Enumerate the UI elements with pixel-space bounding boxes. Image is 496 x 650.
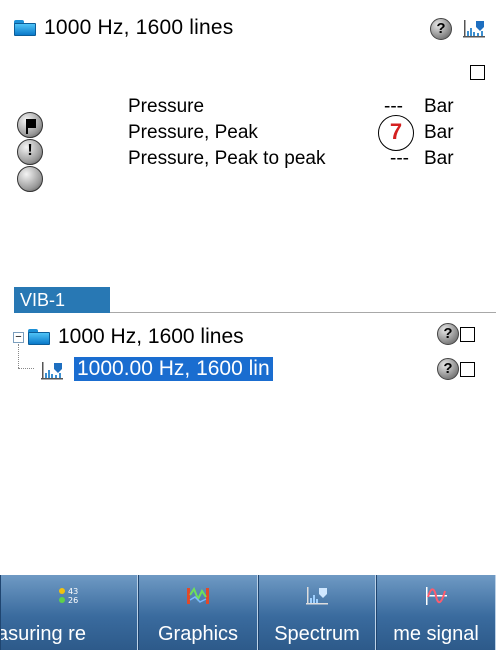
measuring-results-button[interactable]: 43 26 asuring re (0, 575, 138, 650)
tree-item-label: 1000 Hz, 1600 lines (58, 325, 244, 348)
toolbar-label: Spectrum (274, 623, 360, 645)
toolbar-label: asuring re (0, 623, 86, 645)
help-icon[interactable]: ? (430, 18, 452, 40)
select-checkbox[interactable] (460, 362, 475, 377)
tree-item-label: 1000.00 Hz, 1600 lin (74, 357, 273, 381)
exclamation-icon: ! (17, 139, 43, 165)
measurement-title-row[interactable]: 1000 Hz, 1600 lines (14, 16, 233, 40)
spectrum-icon[interactable] (462, 19, 486, 39)
svg-text:26: 26 (68, 596, 78, 605)
collapse-icon[interactable]: − (13, 332, 24, 343)
svg-text:43: 43 (68, 587, 78, 596)
graphics-button[interactable]: Graphics (138, 575, 258, 650)
toolbar-label: Graphics (157, 623, 239, 645)
measurement-name: Pressure, Peak (128, 122, 258, 143)
time-signal-button[interactable]: me signal (376, 575, 496, 650)
measurement-title: 1000 Hz, 1600 lines (44, 16, 234, 39)
tree-connector (18, 344, 19, 368)
select-checkbox[interactable] (470, 65, 485, 80)
measurement-panel: 1000 Hz, 1600 lines ? ! Pressure --- Bar… (0, 0, 496, 312)
annotation-marker: 7 (378, 115, 414, 151)
measurement-name: Pressure (128, 96, 205, 117)
measurement-row[interactable]: Pressure, Peak to peak --- Bar (128, 148, 488, 174)
measurement-unit: Bar (424, 148, 454, 169)
folder-icon (14, 20, 36, 36)
tree-item-root[interactable]: 1000 Hz, 1600 lines (28, 325, 244, 349)
tree-item-child[interactable]: 1000.00 Hz, 1600 lin (74, 357, 273, 381)
spectrum-button[interactable]: Spectrum (258, 575, 376, 650)
measurement-name: Pressure, Peak to peak (128, 148, 326, 169)
flag-icon (17, 112, 43, 138)
help-icon[interactable]: ? (437, 358, 459, 380)
measurement-unit: Bar (424, 96, 454, 117)
empty-circle-icon (17, 166, 43, 192)
measurement-row[interactable]: Pressure --- Bar (128, 96, 488, 122)
bottom-toolbar: 43 26 asuring re Graphics Spectrum me si… (0, 575, 496, 650)
spectrum-icon (306, 587, 328, 605)
spectrum-icon (41, 362, 63, 380)
measurement-value: --- (390, 148, 409, 169)
time-signal-icon (426, 587, 447, 605)
select-checkbox[interactable] (460, 327, 475, 342)
folder-icon (28, 329, 50, 345)
measurement-unit: Bar (424, 122, 454, 143)
graphics-icon (187, 586, 209, 604)
help-icon[interactable]: ? (437, 323, 459, 345)
measuring-results-icon: 43 26 (59, 587, 78, 605)
section-label: VIB-1 (14, 287, 110, 313)
tree-connector (18, 368, 34, 369)
measurement-row[interactable]: Pressure, Peak - Bar (128, 122, 488, 148)
toolbar-label: me signal (393, 623, 479, 645)
status-icons: ! (17, 112, 47, 193)
measurement-list: Pressure --- Bar Pressure, Peak - Bar Pr… (128, 96, 488, 174)
measurement-tree: − 1000 Hz, 1600 lines ? 1000.00 Hz, 1600… (0, 313, 496, 575)
